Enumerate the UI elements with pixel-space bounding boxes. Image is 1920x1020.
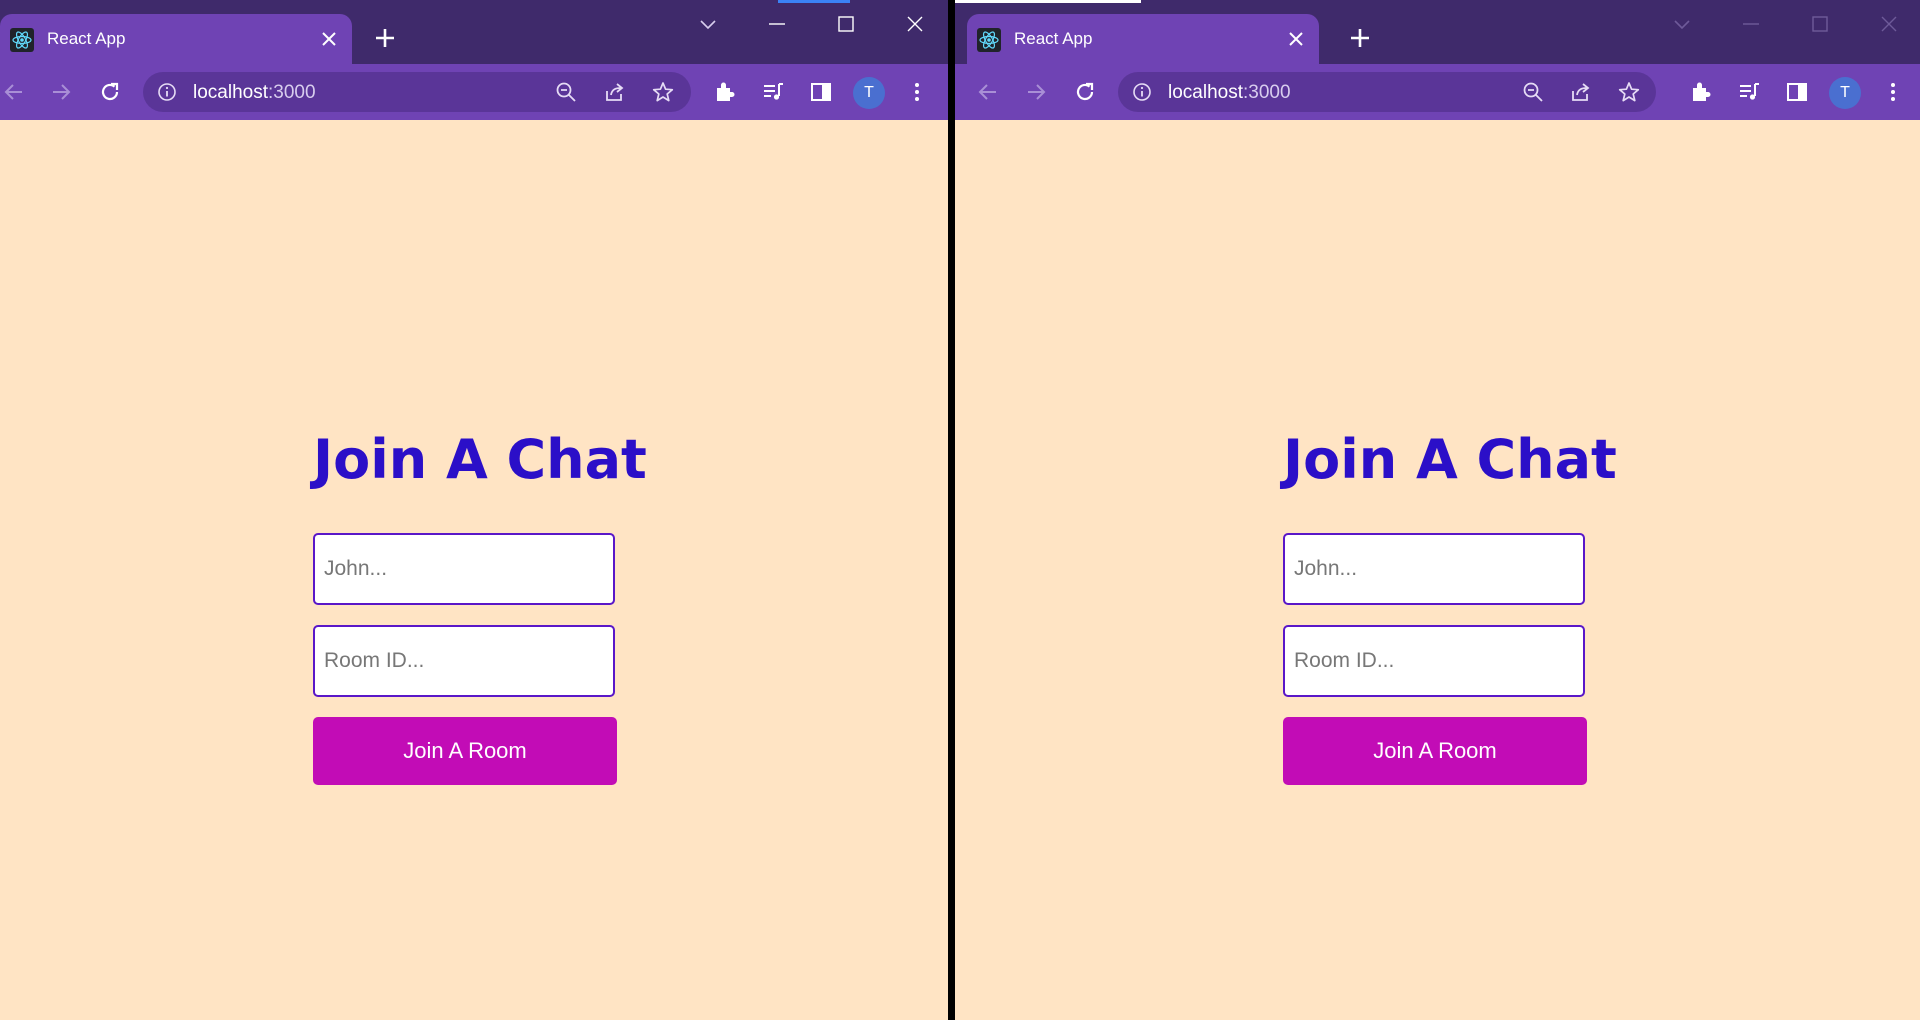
loading-indicator xyxy=(955,0,1141,3)
maximize-icon[interactable] xyxy=(1810,14,1830,34)
page-title: Join A Chat xyxy=(313,428,647,491)
chevron-down-icon[interactable] xyxy=(698,14,718,34)
room-id-input[interactable] xyxy=(1283,625,1585,697)
browser-window-left: React App localhost:3000 T Join A Chat J… xyxy=(0,0,948,1020)
join-room-button[interactable]: Join A Room xyxy=(1283,717,1587,785)
url-port: :3000 xyxy=(268,82,316,103)
url-text: localhost:3000 xyxy=(1168,82,1291,104)
zoom-out-icon[interactable] xyxy=(1522,81,1544,103)
minimize-icon[interactable] xyxy=(767,14,787,34)
share-icon[interactable] xyxy=(604,81,626,103)
page-viewport: Join A Chat Join A Room xyxy=(955,120,1920,1020)
kebab-menu-icon[interactable] xyxy=(905,80,929,104)
close-icon[interactable] xyxy=(1287,30,1305,48)
address-bar[interactable]: localhost:3000 xyxy=(143,72,691,112)
browser-toolbar: localhost:3000 T xyxy=(955,64,1920,120)
page-title: Join A Chat xyxy=(1283,428,1617,491)
name-input[interactable] xyxy=(1283,533,1585,605)
back-arrow-icon[interactable] xyxy=(2,80,26,104)
media-queue-icon[interactable] xyxy=(761,80,785,104)
join-chat-form: Join A Chat Join A Room xyxy=(313,420,647,785)
avatar[interactable]: T xyxy=(1829,77,1861,109)
back-arrow-icon[interactable] xyxy=(976,80,1000,104)
reload-icon[interactable] xyxy=(1073,80,1097,104)
plus-icon[interactable] xyxy=(373,26,397,50)
star-icon[interactable] xyxy=(1618,81,1640,103)
close-icon[interactable] xyxy=(905,14,925,34)
side-panel-icon[interactable] xyxy=(1785,80,1809,104)
url-host: localhost xyxy=(1168,82,1243,103)
name-input[interactable] xyxy=(313,533,615,605)
address-bar[interactable]: localhost:3000 xyxy=(1118,72,1656,112)
loading-indicator xyxy=(778,0,850,3)
tab-title: React App xyxy=(47,29,126,48)
reload-icon[interactable] xyxy=(98,80,122,104)
info-icon[interactable] xyxy=(157,82,177,102)
url-text: localhost:3000 xyxy=(193,82,316,104)
forward-arrow-icon[interactable] xyxy=(1024,80,1048,104)
close-icon[interactable] xyxy=(1879,14,1899,34)
extensions-puzzle-icon[interactable] xyxy=(1689,80,1713,104)
join-room-button[interactable]: Join A Room xyxy=(313,717,617,785)
react-favicon-icon xyxy=(977,28,1001,52)
browser-toolbar: localhost:3000 T xyxy=(0,64,948,120)
avatar[interactable]: T xyxy=(853,77,885,109)
title-bar: React App xyxy=(0,0,948,64)
page-viewport: Join A Chat Join A Room xyxy=(0,120,948,1020)
url-host: localhost xyxy=(193,82,268,103)
close-icon[interactable] xyxy=(320,30,338,48)
browser-tab[interactable]: React App xyxy=(967,14,1319,64)
kebab-menu-icon[interactable] xyxy=(1881,80,1905,104)
join-chat-form: Join A Chat Join A Room xyxy=(1283,420,1617,785)
plus-icon[interactable] xyxy=(1348,26,1372,50)
browser-tab[interactable]: React App xyxy=(0,14,352,64)
zoom-out-icon[interactable] xyxy=(555,81,577,103)
room-id-input[interactable] xyxy=(313,625,615,697)
tab-title: React App xyxy=(1014,29,1093,48)
title-bar: React App xyxy=(955,0,1920,64)
side-panel-icon[interactable] xyxy=(809,80,833,104)
forward-arrow-icon[interactable] xyxy=(49,80,73,104)
maximize-icon[interactable] xyxy=(836,14,856,34)
media-queue-icon[interactable] xyxy=(1737,80,1761,104)
react-favicon-icon xyxy=(10,28,34,52)
info-icon[interactable] xyxy=(1132,82,1152,102)
url-port: :3000 xyxy=(1243,82,1291,103)
extensions-puzzle-icon[interactable] xyxy=(713,80,737,104)
star-icon[interactable] xyxy=(652,81,674,103)
minimize-icon[interactable] xyxy=(1741,14,1761,34)
chevron-down-icon[interactable] xyxy=(1672,14,1692,34)
share-icon[interactable] xyxy=(1570,81,1592,103)
browser-window-right: React App localhost:3000 T Join A Chat J… xyxy=(955,0,1920,1020)
